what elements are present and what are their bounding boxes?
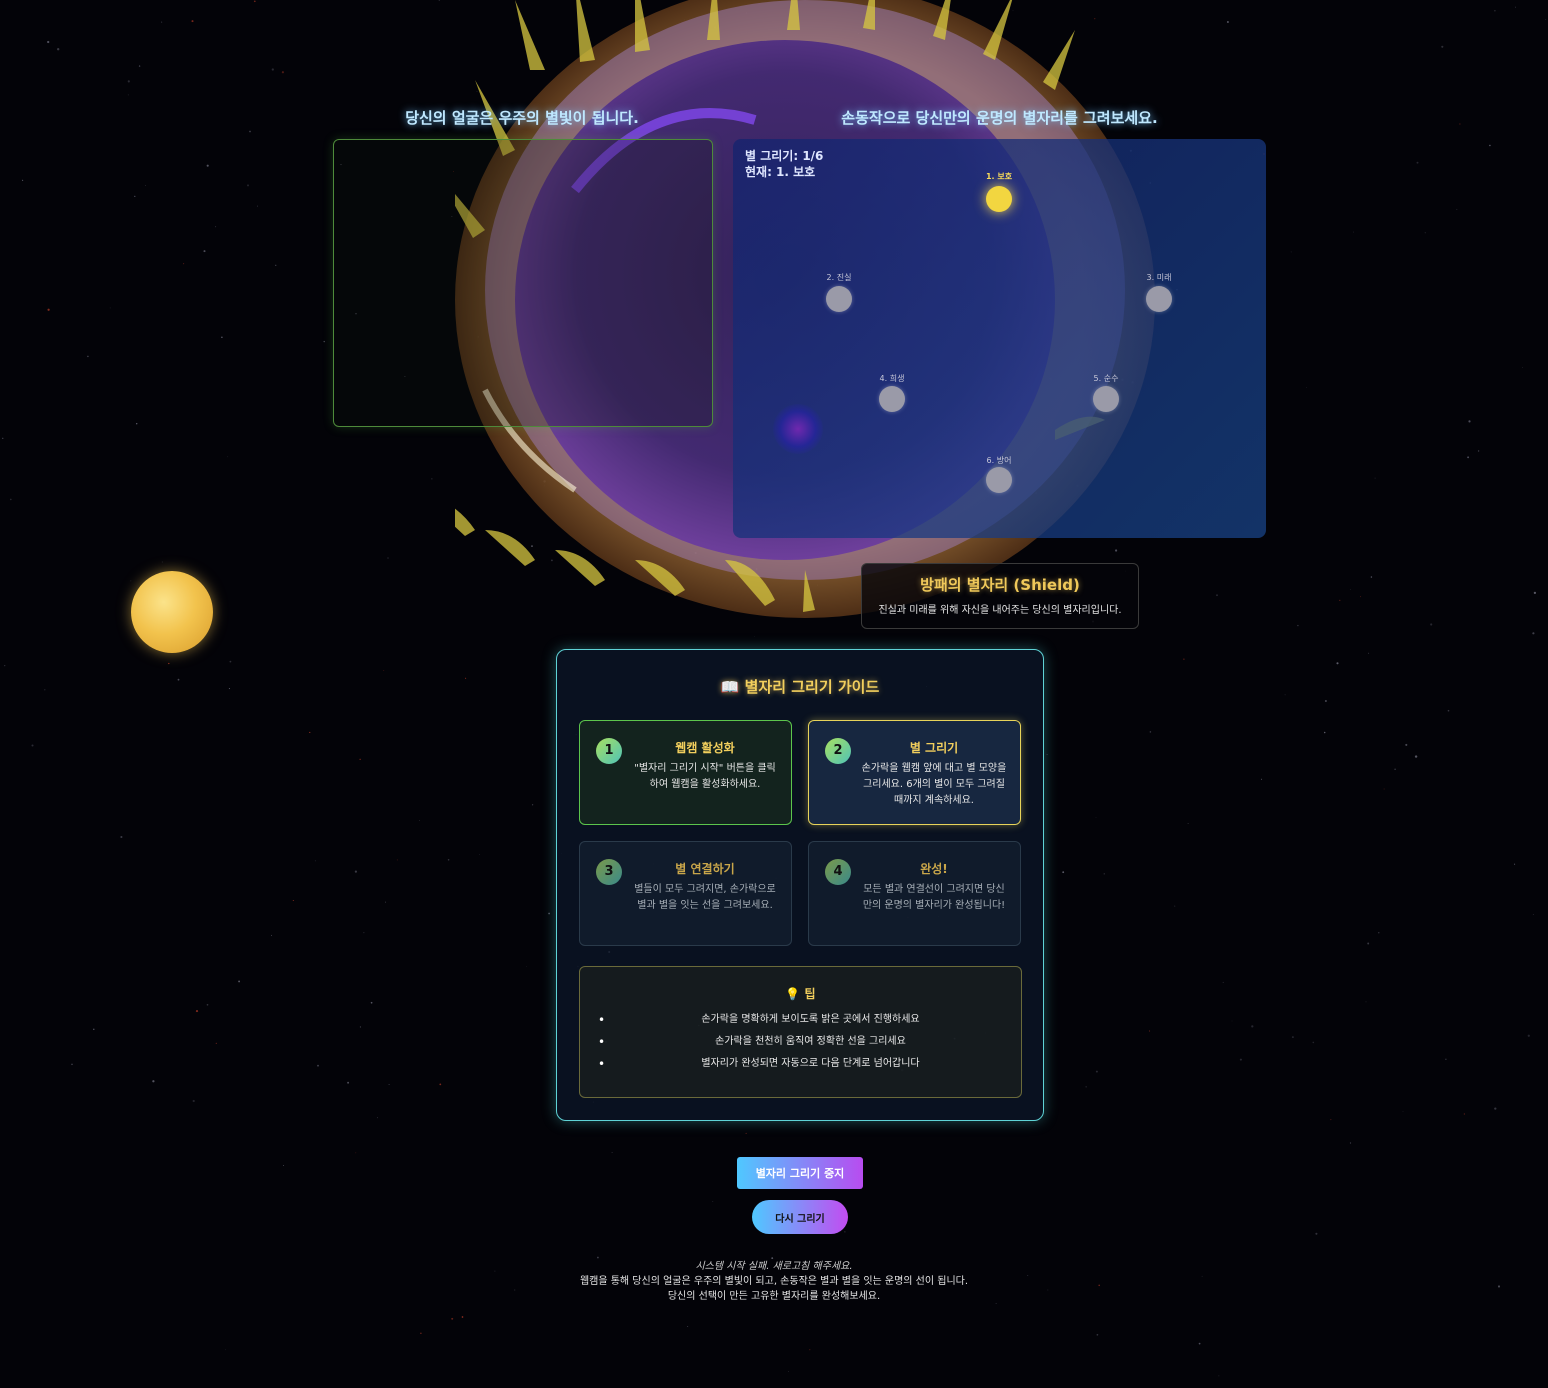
- tip-item: 손가락을 명확하게 보이도록 밝은 곳에서 진행하세요: [598, 1009, 1021, 1031]
- tip-item: 별자리가 완성되면 자동으로 다음 단계로 넘어갑니다: [598, 1053, 1021, 1075]
- constellation-title: 방패의 별자리 (Shield): [920, 576, 1080, 594]
- guide-step-4: 4 완성! 모든 별과 연결선이 그려지면 당신만의 운명의 별자리가 완성됩니…: [808, 841, 1021, 946]
- guide-title: 📖 별자리 그리기 가이드: [720, 678, 880, 696]
- star-node-1[interactable]: [986, 186, 1012, 212]
- tips-title: 💡 팁: [785, 987, 816, 1001]
- footer-line-2: 당신의 선택이 만든 고유한 별자리를 완성해보세요.: [667, 1291, 881, 1302]
- guide-step-2: 2 별 그리기 손가락을 웹캠 앞에 대고 별 모양을 그리세요. 6개의 별이…: [808, 720, 1021, 825]
- step-number: 3: [596, 859, 622, 885]
- step-description: "별자리 그리기 시작" 버튼을 클릭하여 웹캠을 활성화하세요.: [634, 763, 776, 790]
- stop-drawing-button[interactable]: 별자리 그리기 중지: [737, 1157, 863, 1189]
- step-description: 손가락을 웹캠 앞에 대고 별 모양을 그리세요. 6개의 별이 모두 그려질 …: [861, 763, 1007, 806]
- current-star-text: 현재: 1. 보호: [745, 165, 816, 179]
- tips-box: 💡 팁 손가락을 명확하게 보이도록 밝은 곳에서 진행하세요 손가락을 천천히…: [579, 966, 1022, 1098]
- step-number: 2: [825, 738, 851, 764]
- star-node-6[interactable]: [986, 467, 1012, 493]
- step-title: 별 그리기: [909, 741, 959, 755]
- webcam-panel-title: 당신의 얼굴은 우주의 별빛이 됩니다.: [405, 109, 639, 127]
- drawing-guide: 📖 별자리 그리기 가이드 1 웹캠 활성화 "별자리 그리기 시작" 버튼을 …: [556, 649, 1044, 1121]
- star-node-3[interactable]: [1146, 286, 1172, 312]
- constellation-info-card: 방패의 별자리 (Shield) 진실과 미래를 위해 자신을 내어주는 당신의…: [861, 563, 1139, 629]
- star-progress-text: 별 그리기: 1/6: [745, 149, 824, 163]
- hand-cursor-glow: [773, 404, 823, 454]
- moon-icon: [131, 571, 213, 653]
- footer-line-1: 웹캠을 통해 당신의 얼굴은 우주의 별빛이 되고, 손동작은 별과 별을 잇는…: [579, 1276, 969, 1287]
- star-label-5: 5. 순수: [1093, 374, 1119, 383]
- star-label-6: 6. 방어: [986, 456, 1012, 465]
- canvas-panel-title: 손동작으로 당신만의 운명의 별자리를 그려보세요.: [841, 109, 1158, 127]
- tips-list: 손가락을 명확하게 보이도록 밝은 곳에서 진행하세요 손가락을 천천히 움직여…: [580, 1009, 1021, 1075]
- tip-item: 손가락을 천천히 움직여 정확한 선을 그리세요: [598, 1031, 1021, 1053]
- step-number: 1: [596, 738, 622, 764]
- star-node-4[interactable]: [879, 386, 905, 412]
- star-label-1: 1. 보호: [985, 172, 1013, 181]
- redraw-button[interactable]: 다시 그리기: [752, 1200, 848, 1234]
- webcam-view: [333, 139, 713, 427]
- star-node-5[interactable]: [1093, 386, 1119, 412]
- constellation-description: 진실과 미래를 위해 자신을 내어주는 당신의 별자리입니다.: [878, 605, 1122, 616]
- step-description: 별들이 모두 그려지면, 손가락으로 별과 별을 잇는 선을 그려보세요.: [634, 884, 776, 911]
- step-title: 웹캠 활성화: [675, 741, 735, 755]
- drawing-canvas[interactable]: 별 그리기: 1/6 현재: 1. 보호 1. 보호 2. 진실 3. 미래 4…: [733, 139, 1266, 538]
- step-number: 4: [825, 859, 851, 885]
- star-label-2: 2. 진실: [826, 273, 852, 282]
- system-error-message: 시스템 시작 실패. 새로고침 해주세요.: [695, 1261, 853, 1272]
- star-label-4: 4. 희생: [879, 374, 905, 383]
- step-description: 모든 별과 연결선이 그려지면 당신만의 운명의 별자리가 완성됩니다!: [862, 884, 1006, 911]
- step-title: 별 연결하기: [675, 862, 735, 876]
- guide-step-3: 3 별 연결하기 별들이 모두 그려지면, 손가락으로 별과 별을 잇는 선을 …: [579, 841, 792, 946]
- star-node-2[interactable]: [826, 286, 852, 312]
- guide-step-1: 1 웹캠 활성화 "별자리 그리기 시작" 버튼을 클릭하여 웹캠을 활성화하세…: [579, 720, 792, 825]
- star-label-3: 3. 미래: [1146, 273, 1172, 282]
- step-title: 완성!: [920, 862, 948, 876]
